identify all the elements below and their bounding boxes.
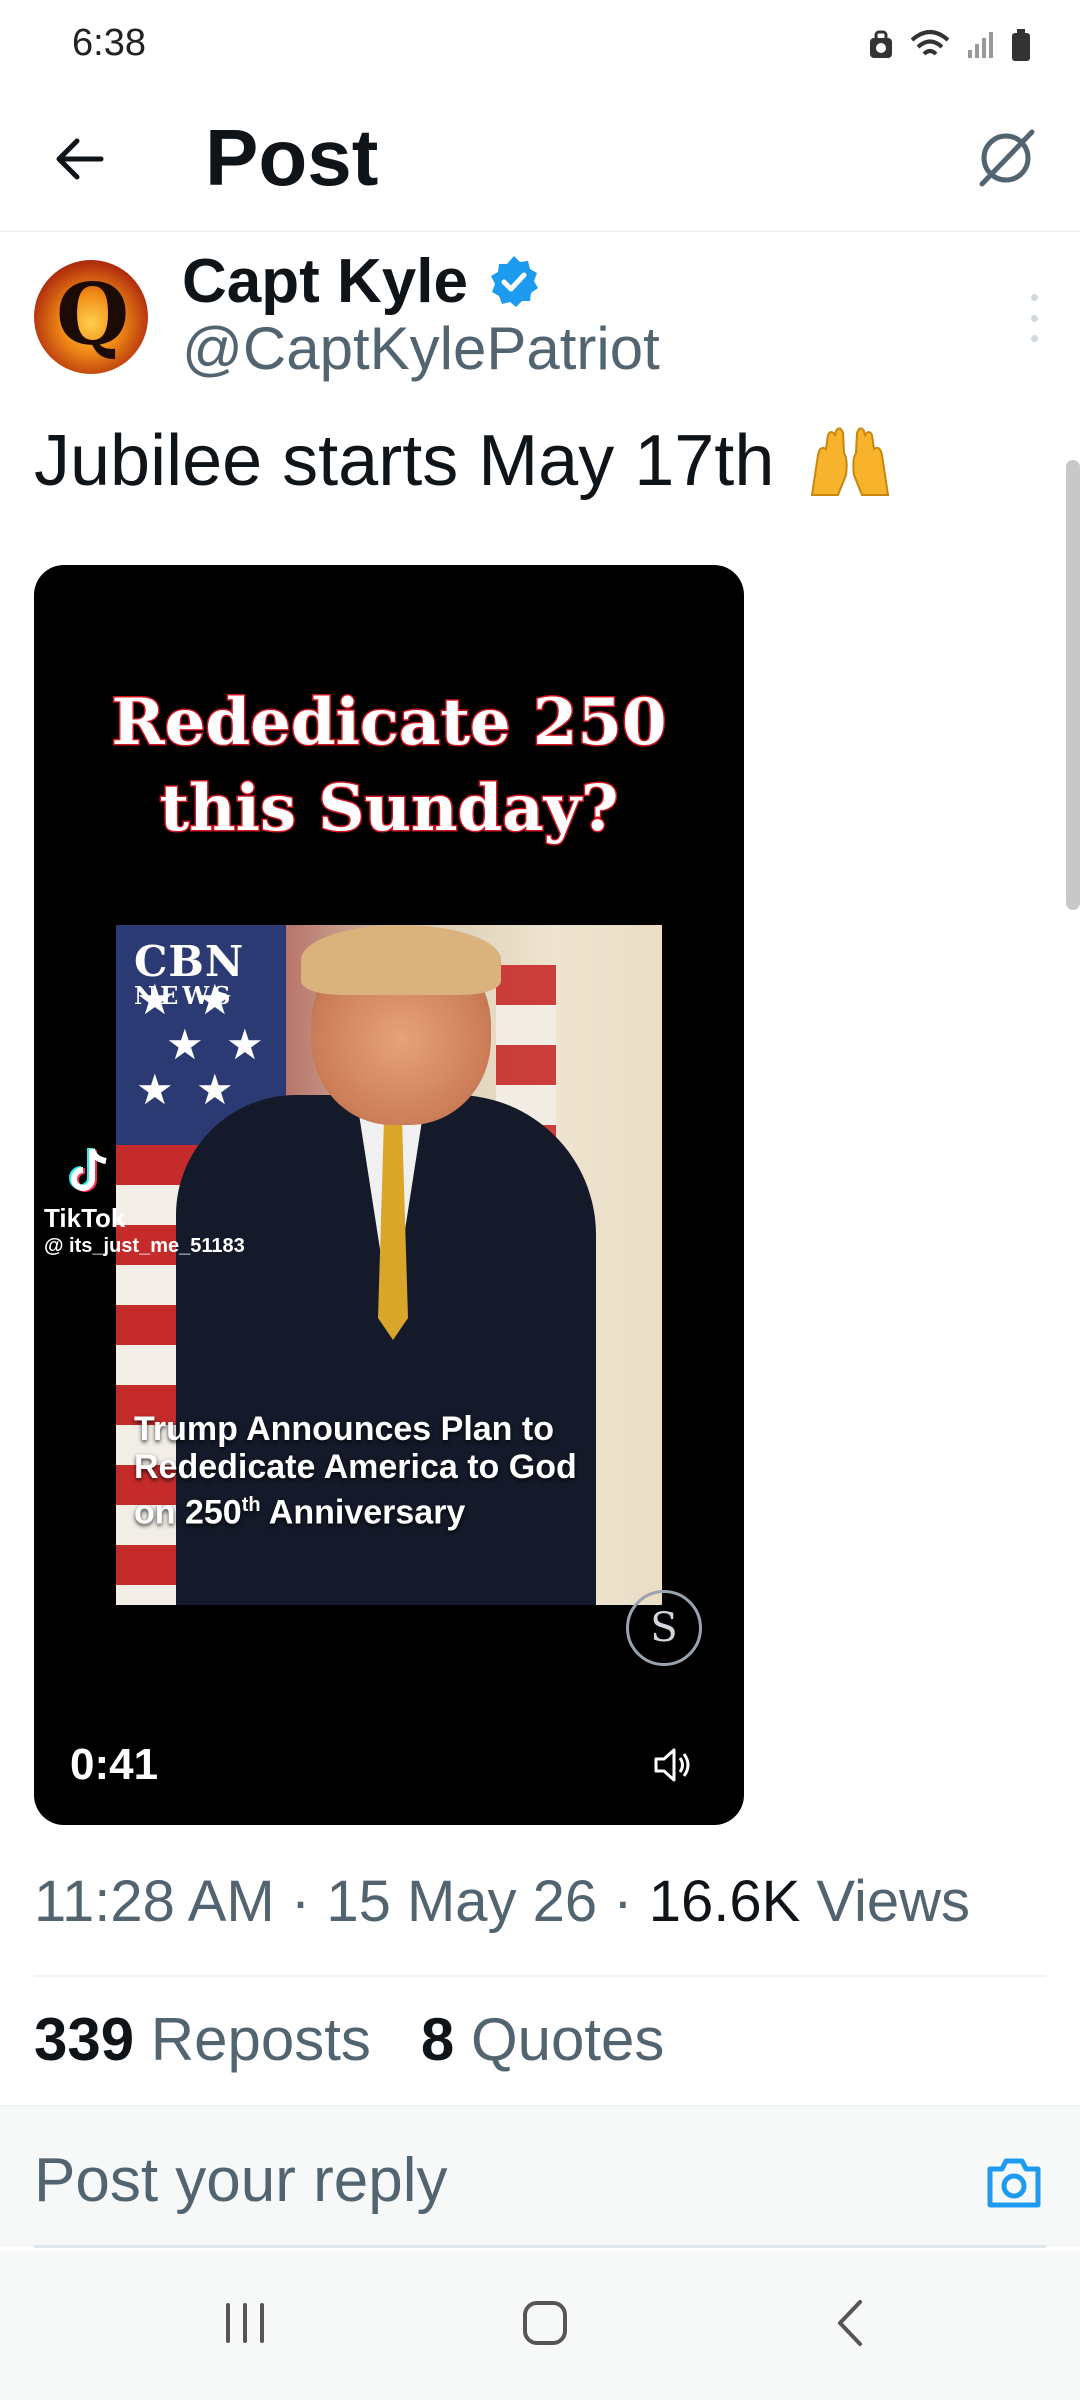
raising-hands-emoji-icon — [811, 427, 890, 496]
video-duration: 0:41 — [70, 1740, 159, 1789]
caption-line3-sup: th — [241, 1494, 261, 1516]
video-headline: Rededicate 250 this Sunday? — [34, 680, 744, 852]
reply-underline — [34, 2245, 1046, 2248]
avatar-q-icon: Q — [56, 265, 130, 364]
reply-input[interactable]: Post your reply — [34, 2145, 448, 2216]
display-name[interactable]: Capt Kyle — [182, 246, 468, 317]
signal-icon — [968, 32, 993, 58]
caption-line3: on 250th Anniversary — [134, 1486, 614, 1531]
verified-badge-icon — [490, 255, 538, 307]
views-label: Views — [816, 1869, 971, 1934]
quotes-stat[interactable]: 8 Quotes — [421, 2006, 665, 2073]
system-nav-bar — [0, 2250, 1080, 2400]
reposts-stat[interactable]: 339 Reposts — [34, 2006, 371, 2073]
divider — [34, 1975, 1046, 1977]
grok-icon — [979, 129, 1035, 187]
hair — [301, 925, 501, 995]
handle[interactable]: @CaptKylePatriot — [182, 314, 660, 383]
back-nav-button[interactable] — [810, 2288, 890, 2358]
caption-line2: Rededicate America to God — [134, 1448, 577, 1486]
avatar[interactable]: Q — [34, 260, 148, 374]
video-headline-line1: Rededicate 250 — [110, 684, 668, 762]
tiktok-user: @ its_just_me_51183 — [44, 1235, 245, 1257]
quotes-label: Quotes — [470, 2006, 665, 2073]
views-count: 16.6K — [648, 1869, 801, 1934]
status-time: 6:38 — [72, 22, 146, 64]
video-caption: Trump Announces Plan to Rededicate Ameri… — [134, 1410, 614, 1531]
video-player[interactable]: Rededicate 250 this Sunday? ★ ★ ★ ★ ★ ★ CBN… — [34, 565, 744, 1825]
reply-bar: Post your reply — [0, 2107, 1080, 2248]
more-options-button[interactable] — [1014, 288, 1054, 348]
tiktok-icon — [69, 1148, 107, 1192]
cbn-logo-line2: NEWS — [134, 981, 235, 1010]
quotes-count: 8 — [420, 2006, 455, 2073]
recent-apps-icon — [226, 2303, 264, 2343]
back-arrow-icon — [56, 138, 104, 180]
scrollbar[interactable] — [1066, 460, 1080, 910]
camera-icon[interactable] — [984, 2155, 1044, 2211]
cbn-news-logo: CBN NEWS — [134, 941, 244, 1013]
volume-muted-icon[interactable] — [652, 1745, 692, 1785]
reposts-label: Reposts — [150, 2006, 371, 2073]
status-icons — [868, 28, 1032, 62]
recent-apps-button[interactable] — [205, 2288, 285, 2358]
battery-icon — [1012, 29, 1030, 61]
post-author: Q Capt Kyle @CaptKylePatriot — [0, 240, 1080, 390]
caption-line1: Trump Announces Plan to — [134, 1410, 554, 1448]
home-icon — [523, 2301, 567, 2345]
post-stats: 339 Reposts 8 Quotes — [34, 2005, 664, 2074]
grok-button[interactable] — [966, 118, 1046, 198]
back-button[interactable] — [48, 128, 110, 190]
post-time: 11:28 AM — [34, 1869, 275, 1934]
post-text-content: Jubilee starts May 17th — [34, 421, 775, 501]
header: Post — [0, 90, 1080, 232]
post-text: Jubilee starts May 17th — [34, 420, 896, 502]
video-headline-line2: this Sunday? — [158, 770, 620, 848]
page-title: Post — [205, 113, 379, 202]
post-timestamp-views: 11:28 AM · 15 May 26 · 16.6K Views — [34, 1869, 971, 1934]
status-bar: 6:38 — [0, 0, 1080, 90]
home-button[interactable] — [505, 2288, 585, 2358]
caption-line3-b: Anniversary — [260, 1493, 466, 1532]
wifi-icon — [910, 30, 950, 56]
caption-line3-a: on 250 — [134, 1493, 242, 1532]
channel-watermark: S — [626, 1590, 702, 1666]
post-date: 15 May 26 — [326, 1869, 598, 1934]
reposts-count: 339 — [34, 2006, 135, 2073]
display-name-row: Capt Kyle — [182, 246, 542, 317]
back-chevron-icon — [838, 2300, 862, 2346]
tiktok-label: TikTok — [44, 1203, 126, 1233]
secure-folder-icon — [870, 30, 892, 58]
